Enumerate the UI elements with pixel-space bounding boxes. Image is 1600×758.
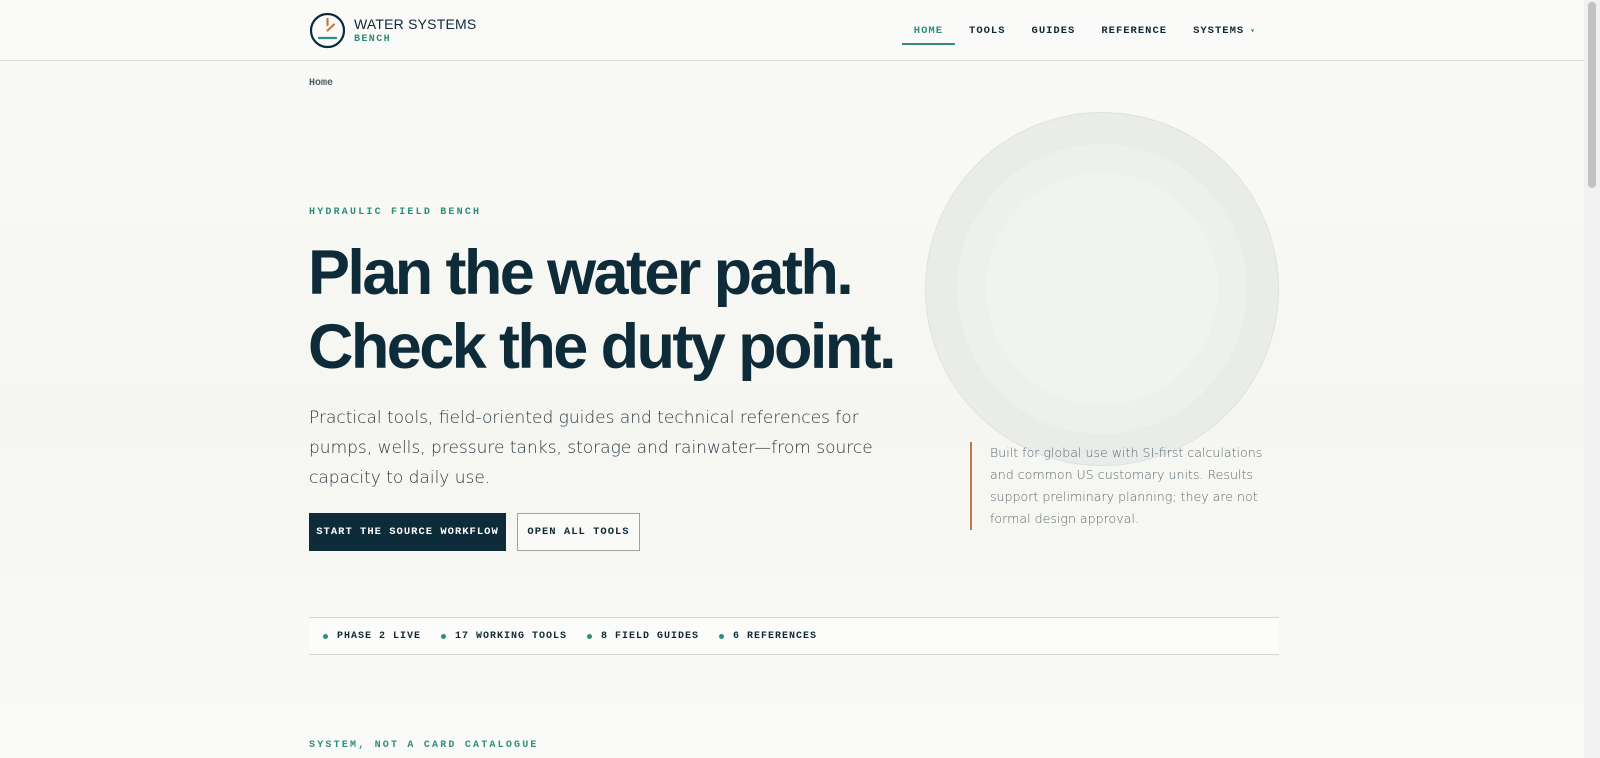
nav-item-systems-label: SYSTEMS — [1193, 24, 1245, 37]
hero-headline-line-2: Check the duty point. — [308, 312, 897, 382]
brand-logo-link[interactable]: WATER SYSTEMS BENCH — [309, 12, 476, 49]
hero-headline: Plan the water path. Check the duty poin… — [308, 236, 897, 384]
site-header: WATER SYSTEMS BENCH HOME TOOLS GUIDES RE… — [0, 0, 1584, 61]
hero-lead: Practical tools, field-oriented guides a… — [309, 408, 873, 488]
brand-text: WATER SYSTEMS BENCH — [354, 17, 476, 45]
stat-item: 17 WORKING TOOLS — [441, 631, 567, 642]
hero-headline-line-1: Plan the water path. — [308, 238, 854, 308]
stat-label: PHASE 2 LIVE — [337, 630, 422, 642]
stat-item: 8 FIELD GUIDES — [587, 631, 699, 642]
scrollbar-thumb[interactable] — [1588, 2, 1596, 188]
brand-subtitle: BENCH — [354, 33, 392, 45]
stat-item: 6 REFERENCES — [719, 631, 817, 642]
planning-disclaimer-note: Built for global use with SI-first calcu… — [970, 442, 1280, 530]
dot-icon — [323, 633, 328, 639]
stat-item: PHASE 2 LIVE — [323, 631, 421, 642]
brand-title: WATER SYSTEMS — [354, 15, 477, 32]
nav-item-systems[interactable]: SYSTEMS ▾ — [1181, 0, 1268, 61]
dot-icon — [587, 633, 593, 639]
nav-item-reference[interactable]: REFERENCE — [1089, 0, 1179, 61]
dot-icon — [719, 633, 725, 639]
stat-label: 8 FIELD GUIDES — [601, 630, 700, 642]
dot-icon — [441, 633, 447, 639]
stat-label: 17 WORKING TOOLS — [455, 630, 568, 642]
main-nav: HOME TOOLS GUIDES REFERENCE SYSTEMS ▾ — [900, 0, 1268, 61]
nav-item-guides[interactable]: GUIDES — [1020, 0, 1088, 61]
breadcrumb: Home — [309, 78, 333, 89]
stats-strip: PHASE 2 LIVE 17 WORKING TOOLS 8 FIELD GU… — [309, 617, 1279, 655]
start-source-workflow-button[interactable]: START THE SOURCE WORKFLOW — [309, 513, 506, 551]
page: WATER SYSTEMS BENCH HOME TOOLS GUIDES RE… — [0, 0, 1600, 758]
hero-eyebrow: HYDRAULIC FIELD BENCH — [309, 207, 482, 218]
hero-ring-graphic — [925, 112, 1279, 466]
chevron-down-icon: ▾ — [1250, 26, 1256, 36]
nav-item-home[interactable]: HOME — [901, 0, 956, 61]
gauge-icon — [309, 12, 346, 49]
nav-item-tools[interactable]: TOOLS — [957, 0, 1018, 61]
breadcrumb-home[interactable]: Home — [309, 78, 333, 89]
stat-label: 6 REFERENCES — [733, 630, 818, 642]
page-scrollbar[interactable] — [1584, 0, 1600, 758]
open-all-tools-button[interactable]: OPEN ALL TOOLS — [517, 513, 640, 551]
section-eyebrow: SYSTEM, NOT A CARD CATALOGUE — [309, 740, 539, 751]
